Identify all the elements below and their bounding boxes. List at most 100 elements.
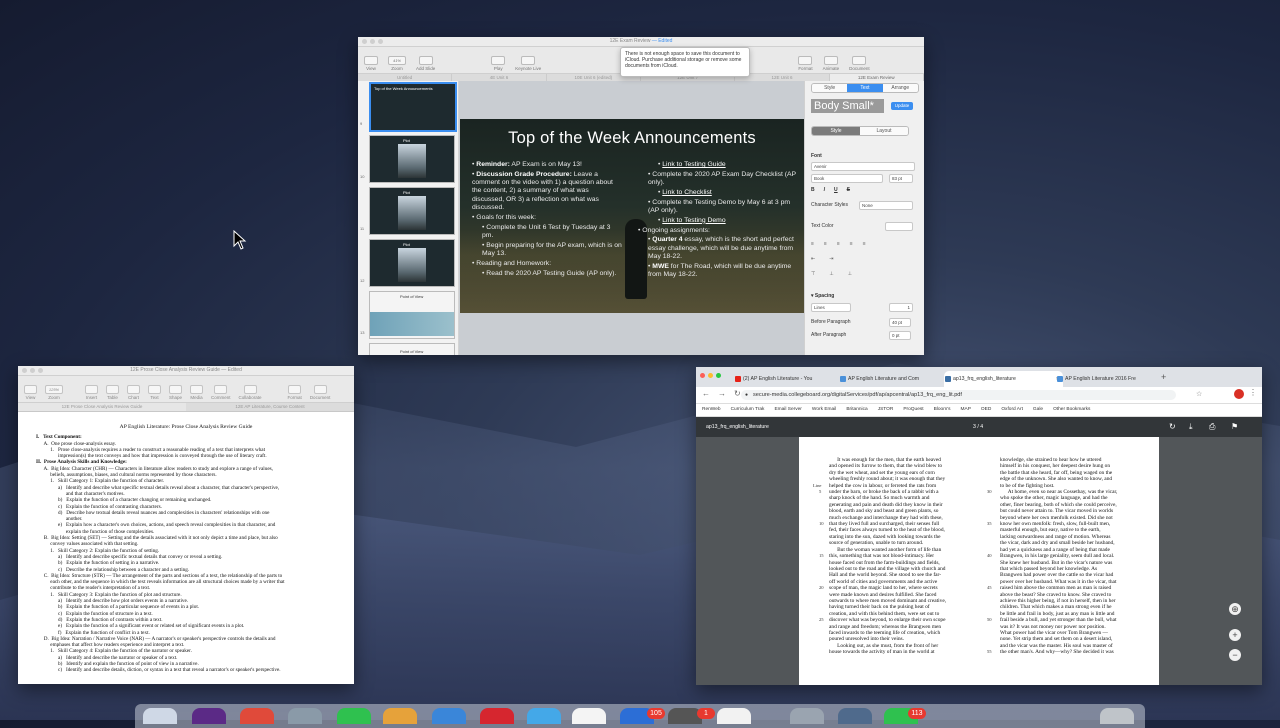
character-styles-select[interactable]: None xyxy=(859,201,913,210)
toolbar-format-button[interactable]: Format xyxy=(798,56,813,73)
align-bottom-icon[interactable]: ⊥ xyxy=(848,271,852,277)
browser-tab[interactable]: AP English Literature 2016 Fre xyxy=(1056,371,1165,387)
menu-icon[interactable]: ⋮ xyxy=(1249,388,1257,397)
decrease-indent-icon[interactable]: ⇤ xyxy=(811,256,815,262)
toolbar-insert-button[interactable]: Insert xyxy=(85,385,98,402)
justify-icon[interactable]: ≡ xyxy=(850,241,853,247)
align-center-icon[interactable]: ≡ xyxy=(824,241,827,247)
bookmark-item[interactable]: Email Server xyxy=(774,404,801,416)
align-left-icon[interactable]: ≡ xyxy=(811,241,814,247)
address-bar[interactable]: ● secure-media.collegeboard.org/digitalSe… xyxy=(741,390,1176,400)
messages-icon[interactable] xyxy=(337,708,371,724)
toolbar-media-button[interactable]: Media xyxy=(190,385,204,402)
zoom-out-icon[interactable]: − xyxy=(1229,649,1241,661)
toolbar-play-button[interactable]: Play xyxy=(491,56,506,73)
slide-thumbnail[interactable]: Plot xyxy=(369,187,455,235)
tab-course-content[interactable]: 12E AP Literature, Course Content xyxy=(186,403,354,411)
calendar-icon[interactable] xyxy=(240,708,274,724)
toolbar-document-button[interactable]: Document xyxy=(310,385,330,402)
photos-icon[interactable] xyxy=(717,708,751,724)
minimize-button[interactable] xyxy=(30,368,35,373)
window-controls[interactable] xyxy=(22,368,43,373)
textedit-icon[interactable] xyxy=(572,708,606,724)
system-preferences-icon[interactable] xyxy=(838,708,872,724)
font-size-field[interactable]: 83 pt xyxy=(889,174,913,183)
close-button[interactable] xyxy=(362,39,367,44)
bookmark-item[interactable]: ProQuest xyxy=(903,404,923,416)
close-button[interactable] xyxy=(22,368,27,373)
minimize-button[interactable] xyxy=(708,373,713,378)
alignment-buttons[interactable]: ≡ ≡ ≡ ≡ ≡ xyxy=(811,241,866,247)
preview-icon[interactable] xyxy=(790,708,824,724)
tab-layout[interactable]: Layout xyxy=(860,127,908,135)
current-slide[interactable]: Top of the Week Announcements • Reminder… xyxy=(460,119,804,313)
inspector-tabs[interactable]: Style Text Arrange xyxy=(811,83,919,93)
notes-icon[interactable] xyxy=(383,708,417,724)
toolbar-add-slide-button[interactable]: Add Slide xyxy=(416,56,435,73)
launchpad-icon[interactable] xyxy=(288,708,322,724)
spacing-label[interactable]: ▾ Spacing xyxy=(811,293,834,299)
pages-window[interactable]: 12E Prose Close Analysis Review Guide — … xyxy=(18,366,354,684)
underline-button[interactable]: U xyxy=(834,187,838,193)
bookmark-item[interactable]: OED xyxy=(981,404,991,416)
browser-tab-active[interactable]: ap13_frq_english_literature× xyxy=(944,371,1063,387)
bookmark-item[interactable]: Oxford Art xyxy=(1001,404,1023,416)
bookmark-item[interactable]: JSTOR xyxy=(878,404,894,416)
toolbar-zoom-button[interactable]: 41% Zoom xyxy=(388,56,406,73)
slide-thumbnail[interactable]: Point of View xyxy=(369,291,455,339)
toolbar-text-button[interactable]: Text xyxy=(148,385,161,402)
fit-page-icon[interactable]: ⊕ xyxy=(1229,603,1241,615)
text-style-buttons[interactable]: BIUS xyxy=(811,187,850,193)
bookmark-item[interactable]: Other Bookmarks xyxy=(1053,404,1090,416)
zoom-button[interactable] xyxy=(38,368,43,373)
tab-arrange[interactable]: Arrange xyxy=(882,84,918,92)
safari-icon[interactable] xyxy=(527,708,561,724)
keynote-icon[interactable] xyxy=(432,708,466,724)
pages-titlebar[interactable]: 12E Prose Close Analysis Review Guide — … xyxy=(18,366,354,376)
slide-canvas[interactable]: Top of the Week Announcements • Reminder… xyxy=(459,81,804,355)
profile-avatar[interactable] xyxy=(1234,389,1244,399)
toolbar-table-button[interactable]: Table xyxy=(106,385,119,402)
back-icon[interactable]: ← xyxy=(702,389,710,398)
bookmark-item[interactable]: MAP xyxy=(961,404,971,416)
strikethrough-button[interactable]: S xyxy=(847,187,850,193)
finder-icon[interactable] xyxy=(143,708,177,724)
browser-tab[interactable]: AP English Literature and Com xyxy=(839,371,948,387)
reload-icon[interactable]: ↻ xyxy=(734,389,741,398)
slide-navigator[interactable]: Top of the Week Announcements 9 Plot 10 … xyxy=(358,81,459,355)
keynote-window[interactable]: 12E Exam Review — Edited View 41% Zoom Ad… xyxy=(358,37,924,355)
paragraph-style-popup[interactable]: Body Small* xyxy=(811,99,884,113)
bookmark-item[interactable]: Britannica xyxy=(846,404,867,416)
bookmark-item[interactable]: RenWeb xyxy=(702,404,721,416)
toolbar-view-button[interactable]: View xyxy=(24,385,37,402)
align-middle-icon[interactable]: ⊥ xyxy=(829,271,833,277)
toolbar-view-button[interactable]: View xyxy=(364,56,378,73)
toolbar-keynote-live-button[interactable]: Keynote Live xyxy=(515,56,541,73)
browser-tab[interactable]: (2) AP English Literature - You xyxy=(734,371,843,387)
window-controls[interactable] xyxy=(700,373,721,378)
keynote-titlebar[interactable]: 12E Exam Review — Edited xyxy=(358,37,924,47)
toolbar-format-button[interactable]: Format xyxy=(288,385,302,402)
forward-icon[interactable]: → xyxy=(718,389,726,398)
line-spacing-select[interactable]: Lines xyxy=(811,303,851,312)
download-icon[interactable]: ⤓ xyxy=(1189,417,1193,437)
slide-thumbnail[interactable]: Point of View xyxy=(369,343,455,355)
print-icon[interactable]: ⎙ xyxy=(1209,417,1215,437)
slide-thumbnail[interactable]: Plot xyxy=(369,239,455,287)
bookmark-item[interactable]: Curriculum Trak xyxy=(731,404,765,416)
slide-link[interactable]: • Link to Checklist xyxy=(638,189,796,197)
italic-button[interactable]: I xyxy=(824,187,825,193)
after-paragraph-field[interactable]: 0 pt xyxy=(889,331,911,340)
bookmark-item[interactable]: Gale xyxy=(1033,404,1043,416)
toolbar-shape-button[interactable]: Shape xyxy=(169,385,182,402)
document-body[interactable]: AP English Literature: Prose Close Analy… xyxy=(18,412,354,684)
toolbar-chart-button[interactable]: Chart xyxy=(127,385,140,402)
toolbar-animate-button[interactable]: Animate xyxy=(823,56,839,73)
rotate-icon[interactable]: ↻ xyxy=(1169,417,1176,437)
toolbar-zoom-button[interactable]: 125% Zoom xyxy=(45,385,63,402)
vertical-alignment-buttons[interactable]: ⊤ ⊥ ⊥ xyxy=(811,271,852,277)
bookmark-item[interactable]: Bloom's xyxy=(934,404,951,416)
increase-indent-icon[interactable]: ⇥ xyxy=(829,256,833,262)
zoom-button[interactable] xyxy=(716,373,721,378)
tab-text[interactable]: Text xyxy=(847,84,883,92)
